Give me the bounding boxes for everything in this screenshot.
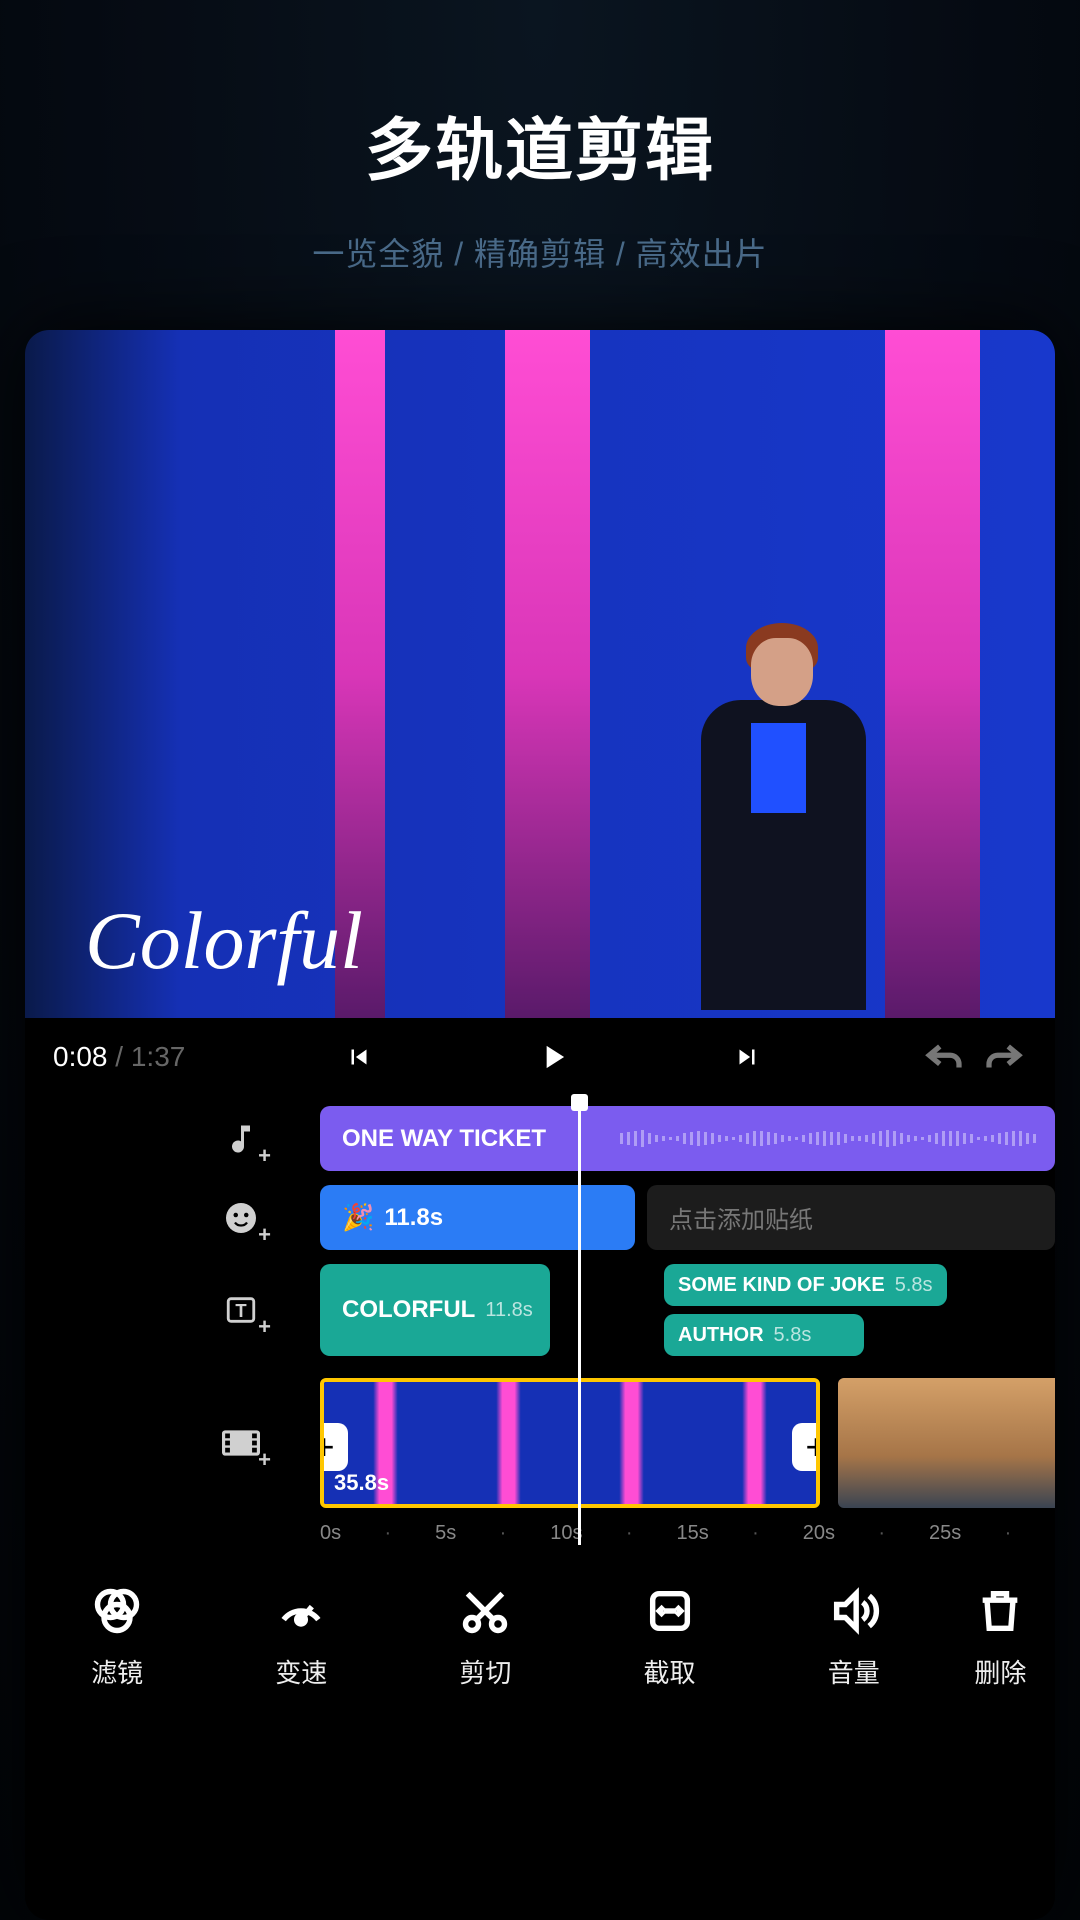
video-clip-duration: 35.8s [334, 1470, 389, 1496]
add-text-icon[interactable]: T + [215, 1284, 267, 1336]
text-clip-sub1[interactable]: SOME KIND OF JOKE 5.8s [664, 1264, 947, 1306]
cut-tool[interactable]: 剪切 [398, 1585, 573, 1690]
text-track: T + COLORFUL 11.8s SOME KIND OF JOKE 5.8… [25, 1264, 1055, 1356]
party-popper-icon: 🎉 [342, 1202, 374, 1233]
waveform-icon [620, 1124, 1045, 1153]
next-button[interactable] [723, 1033, 771, 1081]
sticker-duration: 11.8s [384, 1204, 443, 1232]
delete-tool[interactable]: 删除 [950, 1585, 1050, 1690]
filter-tool[interactable]: 滤镜 [30, 1585, 205, 1690]
text-clip-sub2[interactable]: AUTHOR 5.8s [664, 1314, 864, 1356]
video-preview[interactable]: Colorful [25, 330, 1055, 1018]
prev-button[interactable] [335, 1033, 383, 1081]
playhead[interactable] [578, 1096, 581, 1545]
add-sticker-icon[interactable]: + [215, 1192, 267, 1244]
timeline-tracks: + ONE WAY TICKET + 🎉 11.8s 点击添加贴纸 [25, 1096, 1055, 1555]
transport-bar: 0:08 / 1:37 [25, 1018, 1055, 1096]
total-time: 1:37 [131, 1041, 186, 1072]
video-track: + + 35.8s + [25, 1378, 1055, 1508]
video-clip-2[interactable] [838, 1378, 1055, 1508]
hero-title: 多轨道剪辑 [365, 95, 715, 194]
sticker-track: + 🎉 11.8s 点击添加贴纸 [25, 1185, 1055, 1250]
hero-subtitle: 一览全貌 / 精确剪辑 / 高效出片 [312, 229, 767, 275]
redo-button[interactable] [979, 1033, 1027, 1081]
add-music-icon[interactable]: + [215, 1113, 267, 1165]
text-clip-main[interactable]: COLORFUL 11.8s [320, 1264, 550, 1356]
preview-overlay-text: Colorful [85, 894, 363, 988]
music-clip-label: ONE WAY TICKET [342, 1125, 546, 1153]
bottom-toolbar: 滤镜 变速 剪切 截取 音量 删除 [25, 1555, 1055, 1730]
crop-tool[interactable]: 截取 [582, 1585, 757, 1690]
add-video-icon[interactable]: + [215, 1417, 267, 1469]
time-display: 0:08 / 1:37 [53, 1041, 185, 1073]
speed-tool[interactable]: 变速 [214, 1585, 389, 1690]
play-button[interactable] [529, 1033, 577, 1081]
video-clip-selected[interactable]: + 35.8s + [320, 1378, 820, 1508]
add-clip-after-button[interactable]: + [792, 1423, 820, 1471]
music-clip[interactable]: ONE WAY TICKET [320, 1106, 1055, 1171]
sticker-clip[interactable]: 🎉 11.8s [320, 1185, 635, 1250]
text-clip-duration: 11.8s [485, 1299, 532, 1322]
current-time: 0:08 [53, 1041, 108, 1072]
add-sticker-placeholder[interactable]: 点击添加贴纸 [647, 1185, 1055, 1250]
volume-tool[interactable]: 音量 [766, 1585, 941, 1690]
text-clip-label: COLORFUL [342, 1296, 475, 1324]
add-clip-before-button[interactable]: + [320, 1423, 348, 1471]
time-ruler: 0s 5s 10s 15s 20s 25s [320, 1522, 1055, 1545]
music-track: + ONE WAY TICKET [25, 1106, 1055, 1171]
editor-frame: Colorful 0:08 / 1:37 [25, 330, 1055, 1920]
undo-button[interactable] [921, 1033, 969, 1081]
svg-text:T: T [235, 1300, 247, 1321]
